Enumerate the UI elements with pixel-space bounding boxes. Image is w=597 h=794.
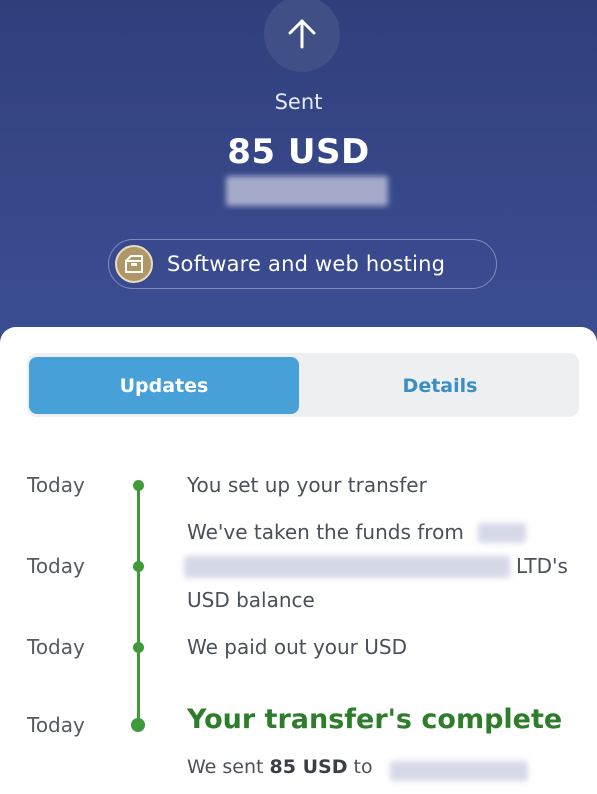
- timeline-text: We paid out your USD: [187, 635, 407, 659]
- timeline-text: LTD's: [516, 554, 568, 578]
- tab-details[interactable]: Details: [303, 357, 577, 414]
- timeline-day: Today: [27, 554, 85, 578]
- sent-suffix: to: [353, 756, 373, 778]
- timeline-line: [137, 483, 140, 725]
- timeline-day: Today: [27, 635, 85, 659]
- tab-updates[interactable]: Updates: [29, 357, 299, 414]
- category-label: Software and web hosting: [167, 252, 446, 276]
- category-button[interactable]: Software and web hosting: [108, 239, 497, 289]
- redacted-recipient: [390, 761, 528, 781]
- sent-prefix: We sent: [187, 756, 264, 778]
- transfer-header: Sent 85 USD Software and web hosting: [0, 0, 597, 345]
- redacted-account: [184, 556, 510, 578]
- redacted-account: [478, 523, 526, 543]
- package-icon: [115, 245, 153, 283]
- sent-amount: 85 USD: [269, 756, 348, 778]
- timeline-dot: [133, 642, 144, 653]
- timeline-text: You set up your transfer: [187, 473, 427, 497]
- timeline-dot: [133, 561, 144, 572]
- arrow-up-icon: [264, 0, 340, 72]
- timeline-text: We've taken the funds from: [187, 520, 464, 544]
- redacted-recipient: [226, 176, 388, 206]
- sent-summary: We sent 85 USD to: [187, 756, 373, 778]
- timeline-day: Today: [27, 473, 85, 497]
- transfer-amount: 85 USD: [227, 132, 370, 172]
- transfer-complete-heading: Your transfer's complete: [187, 704, 563, 735]
- timeline-day: Today: [27, 713, 85, 737]
- timeline-text: USD balance: [187, 588, 315, 612]
- timeline-dot: [133, 480, 144, 491]
- timeline-dot: [131, 718, 145, 732]
- status-label: Sent: [274, 90, 323, 114]
- tab-bar: Updates Details: [27, 353, 579, 417]
